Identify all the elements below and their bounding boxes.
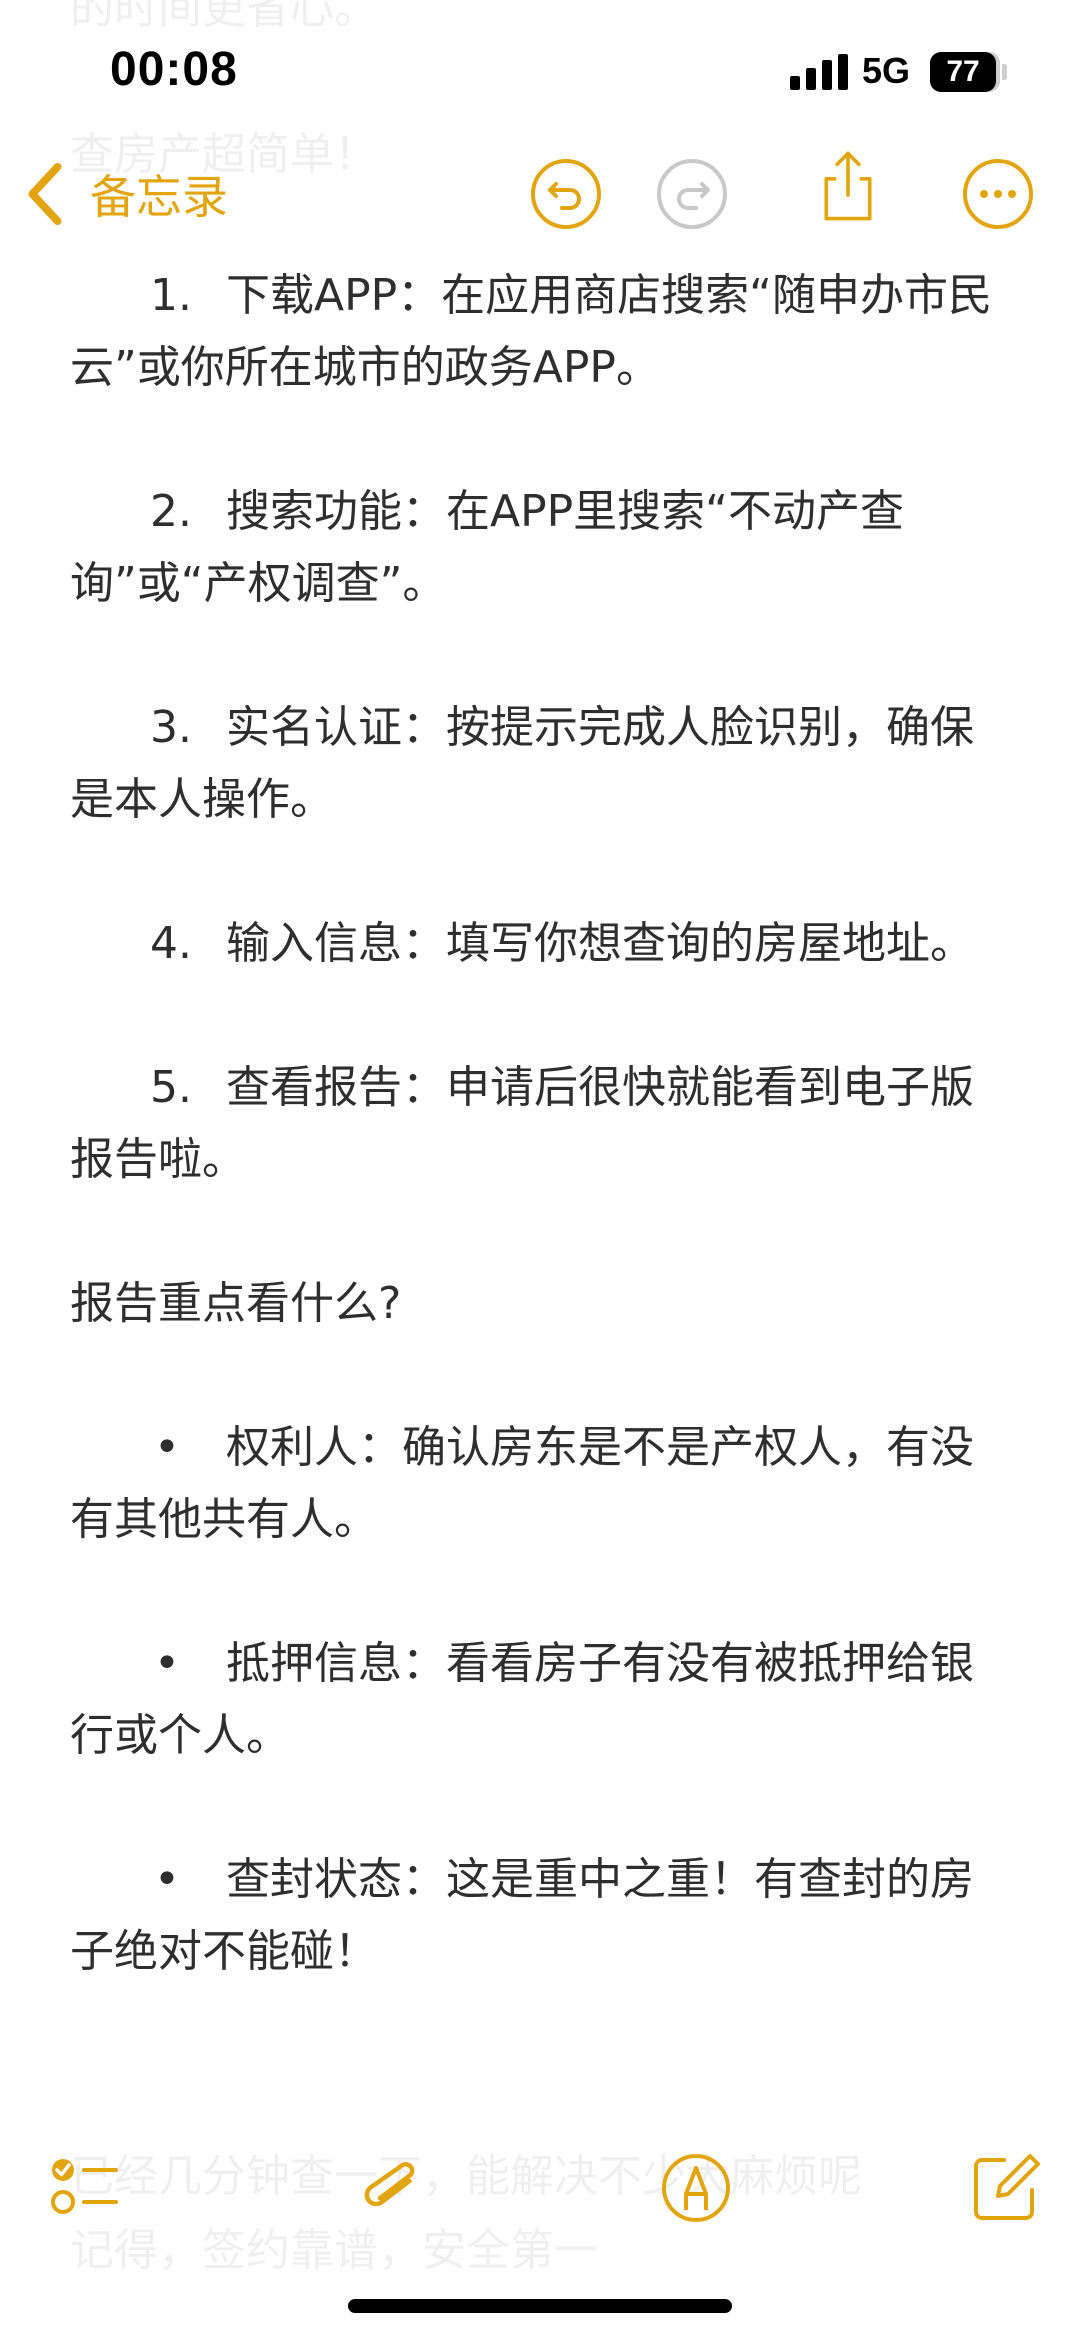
home-indicator[interactable] — [348, 2299, 732, 2313]
back-button[interactable]: 备忘录 — [22, 154, 228, 234]
more-icon[interactable] — [960, 156, 1036, 232]
bullet-mark: • — [154, 1854, 180, 1905]
list-item: 3. 实名认证：按提示完成人脸识别，确保是本人操作。 — [70, 692, 1010, 836]
list-item: • 抵押信息：看看房子有没有被抵押给银行或个人。 — [70, 1628, 1010, 1772]
checklist-icon[interactable] — [46, 2148, 126, 2228]
step-text: 输入信息：填写你想查询的房屋地址。 — [226, 918, 974, 969]
back-label: 备忘录 — [90, 170, 228, 224]
undo-icon[interactable] — [528, 156, 604, 232]
paperclip-icon[interactable] — [352, 2148, 432, 2228]
bullet-mark: • — [154, 1638, 180, 1689]
step-number: 1. — [150, 270, 192, 321]
list-item: 2. 搜索功能：在APP里搜索“不动产查询”或“产权调查”。 — [70, 476, 1010, 620]
navigation-bar: 备忘录 — [0, 140, 1080, 250]
compose-icon[interactable] — [966, 2148, 1046, 2228]
markup-pen-icon[interactable] — [656, 2148, 736, 2228]
step-number: 5. — [150, 1062, 192, 1113]
list-item: 1. 下载APP：在应用商店搜索“随申办市民云”或你所在城市的政务APP。 — [70, 260, 1010, 404]
status-time: 00:08 — [110, 43, 238, 96]
battery-level: 77 — [946, 55, 980, 88]
chevron-left-icon — [28, 162, 62, 226]
redo-icon[interactable] — [654, 156, 730, 232]
step-number: 2. — [150, 486, 192, 537]
step-number: 4. — [150, 918, 192, 969]
list-item: 5. 查看报告：申请后很快就能看到电子版报告啦。 — [70, 1052, 1010, 1196]
battery-icon: 77 — [930, 52, 996, 92]
cellular-signal-icon — [790, 54, 850, 90]
bottom-toolbar — [0, 2130, 1080, 2240]
list-item: • 权利人：确认房东是不是产权人，有没有其他共有人。 — [70, 1412, 1010, 1556]
list-item: 4. 输入信息：填写你想查询的房屋地址。 — [70, 908, 1010, 980]
list-item: • 查封状态：这是重中之重！有查封的房子绝对不能碰！ — [70, 1844, 1010, 1988]
step-number: 3. — [150, 702, 192, 753]
section-heading: 报告重点看什么? — [70, 1278, 402, 1329]
note-body[interactable]: 1. 下载APP：在应用商店搜索“随申办市民云”或你所在城市的政务APP。 2. 搜… — [70, 260, 1010, 2060]
battery-tip — [1002, 64, 1007, 80]
share-icon[interactable] — [810, 148, 886, 224]
network-type: 5G — [862, 50, 911, 91]
bullet-mark: • — [154, 1422, 180, 1473]
status-bar: 00:08 5G 77 — [0, 0, 1080, 140]
